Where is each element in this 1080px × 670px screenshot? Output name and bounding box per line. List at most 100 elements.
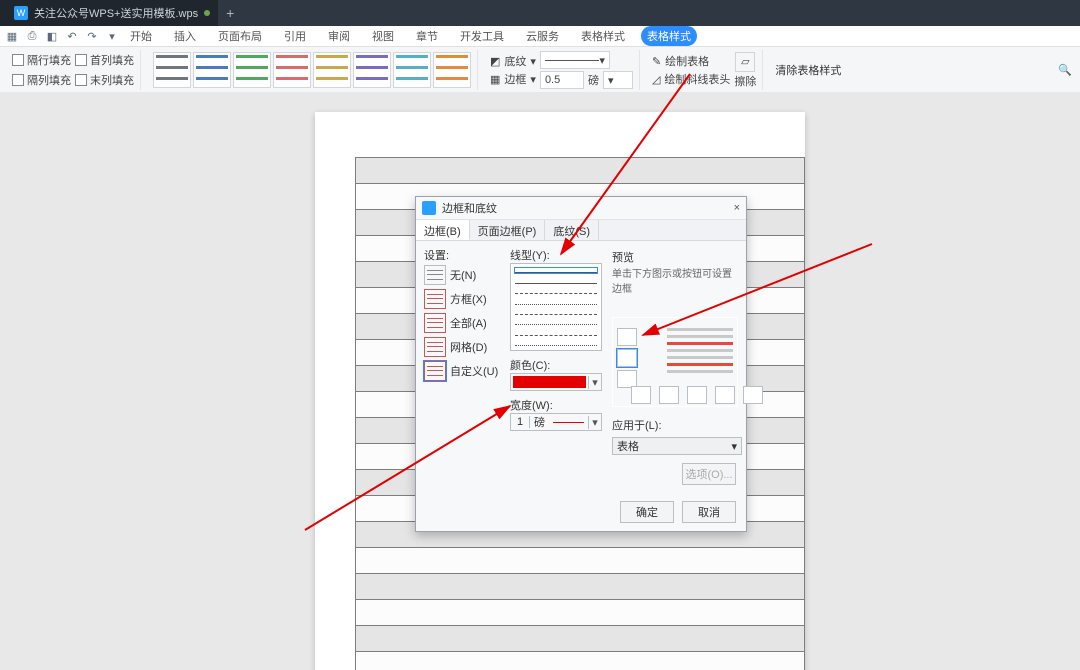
document-name: 关注公众号WPS+送实用模板.wps [34, 5, 198, 21]
preview-diag1-button[interactable] [631, 386, 651, 404]
preview-left-button[interactable] [659, 386, 679, 404]
redo-icon[interactable]: ↷ [86, 30, 98, 42]
line-color-dropdown[interactable]: ▾ [603, 71, 633, 89]
undo-icon[interactable]: ↶ [66, 30, 78, 42]
caret-icon: ▾ [731, 440, 737, 453]
border-icon: ▦ [490, 73, 500, 86]
table-style-swatch[interactable] [273, 52, 311, 88]
diagonal-icon: ◿ [652, 73, 660, 86]
new-tab-button[interactable]: + [218, 0, 242, 26]
unsaved-dot-icon [204, 10, 210, 16]
close-icon[interactable]: × [734, 202, 740, 214]
print-preview-icon[interactable]: ◧ [46, 30, 58, 42]
tab-table[interactable]: 表格样式 [575, 26, 631, 46]
plus-icon: + [226, 5, 234, 21]
preview-hmid-button[interactable] [617, 349, 637, 367]
setting-custom[interactable]: 自定义(U) [424, 361, 502, 381]
tab-view[interactable]: 视图 [366, 26, 400, 46]
color-dropdown[interactable]: ▾ [510, 373, 602, 391]
caret-icon: ▾ [588, 416, 601, 429]
search-icon[interactable]: 🔍 [1058, 64, 1072, 77]
wps-doc-icon: W [14, 6, 28, 20]
clear-style-button[interactable]: 清除表格样式 [775, 62, 841, 78]
pencil-icon: ✎ [652, 55, 661, 68]
tab-section[interactable]: 章节 [410, 26, 444, 46]
draw-diagonal-button[interactable]: ◿绘制斜线表头 [652, 71, 730, 87]
ribbon: 隔行填充 隔列填充 首列填充 末列填充 ◩底纹▾ ▦边框▾ ▾ 0.5磅▾ ✎绘 [0, 47, 1080, 94]
tab-cloud[interactable]: 云服务 [520, 26, 565, 46]
width-unit: 磅 [530, 414, 549, 430]
color-label: 颜色(C): [510, 357, 608, 373]
options-button: 选项(O)... [682, 463, 736, 485]
linestyle-label: 线型(Y): [510, 247, 608, 263]
save-icon[interactable]: ▦ [6, 30, 18, 42]
chk-last-col[interactable]: 末列填充 [75, 72, 134, 88]
width-value: 1 [511, 416, 530, 428]
eraser-button[interactable]: ▱擦除 [734, 52, 756, 89]
border-shading-dialog: 边框和底纹 × 边框(B) 页面边框(P) 底纹(S) 设置: 无(N) 方框(… [415, 196, 747, 532]
shade-label[interactable]: 底纹 [504, 53, 526, 69]
preview-hint: 单击下方图示或按钮可设置边框 [612, 265, 736, 295]
setting-none[interactable]: 无(N) [424, 265, 502, 285]
table-style-swatch[interactable] [233, 52, 271, 88]
draw-group: ✎绘制表格 ◿绘制斜线表头 ▱擦除 [646, 50, 763, 90]
setting-box[interactable]: 方框(X) [424, 289, 502, 309]
table-styles-gallery[interactable] [147, 50, 478, 90]
tab-layout[interactable]: 页面布局 [212, 26, 268, 46]
preview-right-button[interactable] [715, 386, 735, 404]
fill-options-group: 隔行填充 隔列填充 首列填充 末列填充 [6, 50, 141, 90]
table-style-swatch[interactable] [393, 52, 431, 88]
width-label: 宽度(W): [510, 397, 608, 413]
draw-table-button[interactable]: ✎绘制表格 [652, 53, 730, 69]
dialog-tab-page[interactable]: 页面边框(P) [470, 220, 546, 240]
eraser-icon: ▱ [735, 52, 755, 72]
setting-label: 设置: [424, 247, 502, 263]
document-tab[interactable]: W 关注公众号WPS+送实用模板.wps [0, 0, 218, 26]
line-width-dropdown[interactable]: 0.5 [540, 71, 584, 89]
tab-ref[interactable]: 引用 [278, 26, 312, 46]
chk-first-col[interactable]: 首列填充 [75, 52, 134, 68]
chk-col-alt[interactable]: 隔列填充 [12, 72, 71, 88]
dialog-titlebar[interactable]: 边框和底纹 × [416, 197, 746, 220]
linestyle-list[interactable] [510, 263, 602, 351]
shade-icon: ◩ [490, 55, 500, 68]
preview-top-button[interactable] [617, 328, 637, 346]
more-icon[interactable]: ▾ [106, 30, 118, 42]
width-sample-line [553, 422, 584, 423]
tab-table-style[interactable]: 表格样式 [641, 26, 697, 46]
tab-review[interactable]: 审阅 [322, 26, 356, 46]
width-dropdown[interactable]: 1 磅 ▾ [510, 413, 602, 431]
tab-insert[interactable]: 插入 [168, 26, 202, 46]
preview-vmid-button[interactable] [687, 386, 707, 404]
ok-button[interactable]: 确定 [620, 501, 674, 523]
apply-label: 应用于(L): [612, 417, 736, 433]
tab-start[interactable]: 开始 [124, 26, 158, 46]
setting-all[interactable]: 全部(A) [424, 313, 502, 333]
color-swatch [513, 376, 586, 388]
preview-sample [667, 328, 733, 378]
tab-dev[interactable]: 开发工具 [454, 26, 510, 46]
dialog-tabs: 边框(B) 页面边框(P) 底纹(S) [416, 220, 746, 241]
table-style-swatch[interactable] [153, 52, 191, 88]
line-style-dropdown[interactable]: ▾ [540, 51, 610, 69]
apply-dropdown[interactable]: 表格▾ [612, 437, 742, 455]
setting-grid[interactable]: 网格(D) [424, 337, 502, 357]
border-label[interactable]: 边框 [504, 71, 526, 87]
preview-diag2-button[interactable] [743, 386, 763, 404]
print-icon[interactable]: ⎙ [26, 30, 38, 42]
table-style-swatch[interactable] [193, 52, 231, 88]
dialog-title: 边框和底纹 [442, 200, 497, 216]
cancel-button[interactable]: 取消 [682, 501, 736, 523]
caret-icon: ▾ [588, 376, 601, 389]
preview-area [612, 317, 738, 407]
table-style-swatch[interactable] [353, 52, 391, 88]
chk-row-alt[interactable]: 隔行填充 [12, 52, 71, 68]
dialog-tab-border[interactable]: 边框(B) [416, 220, 470, 240]
table-style-swatch[interactable] [433, 52, 471, 88]
dialog-tab-shade[interactable]: 底纹(S) [545, 220, 599, 240]
border-options-group: ◩底纹▾ ▦边框▾ ▾ 0.5磅▾ [484, 50, 640, 90]
clear-group: 清除表格样式 [769, 50, 847, 90]
table-style-swatch[interactable] [313, 52, 351, 88]
wps-icon [422, 201, 436, 215]
menu-tabs: 开始 插入 页面布局 引用 审阅 视图 章节 开发工具 云服务 表格样式 表格样… [120, 26, 701, 46]
